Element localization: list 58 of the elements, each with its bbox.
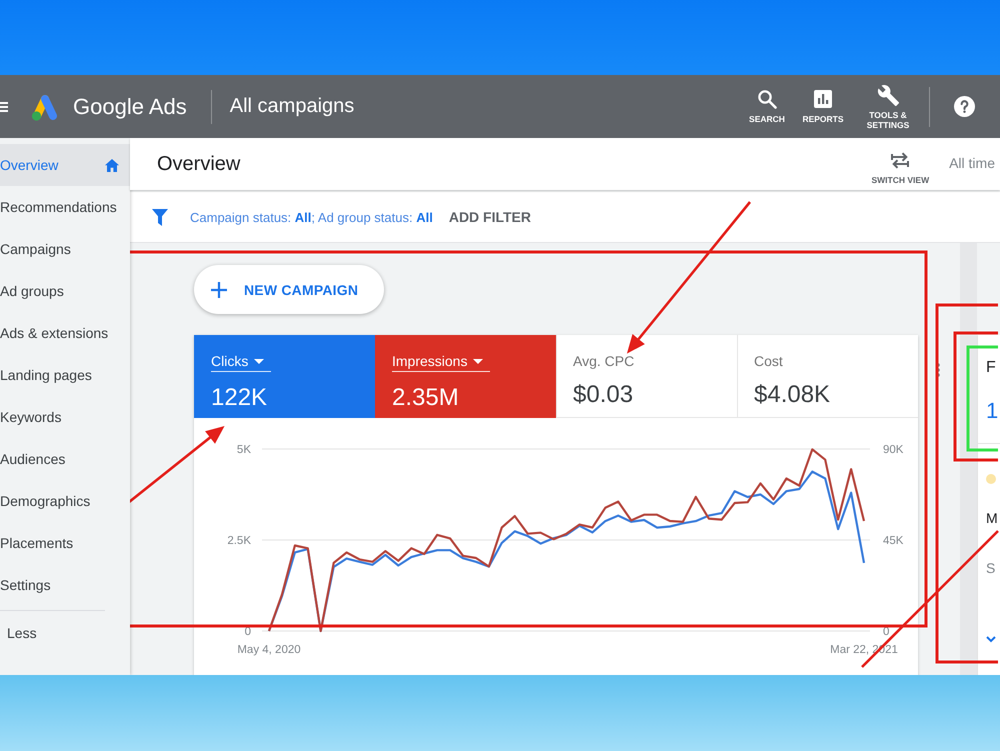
caret-icon [254, 358, 264, 364]
metric-label: Avg. CPC [573, 353, 634, 369]
reports-button[interactable]: REPORTS [798, 90, 848, 124]
wrench-icon [876, 84, 900, 106]
metric-tile[interactable]: Impressions 2.35M [375, 335, 556, 418]
help-icon[interactable] [954, 96, 975, 117]
card-value: 1 [986, 398, 998, 424]
add-filter-button[interactable]: ADD FILTER [448, 209, 532, 225]
y-axis-label: 2.5K [227, 535, 251, 547]
nav-item[interactable]: Recommendations [0, 186, 130, 228]
metric-label: Cost [754, 353, 783, 369]
switch-view-button[interactable]: SWITCH VIEW [871, 152, 930, 184]
metric-value: $4.08K [754, 381, 830, 409]
nav-item[interactable]: Ads & extensions [0, 312, 130, 354]
page-title: Overview [157, 152, 240, 176]
product-name: Google Ads [73, 94, 187, 120]
nav-item[interactable]: Campaigns [0, 228, 130, 270]
menu-icon[interactable] [0, 102, 8, 112]
home-icon [105, 158, 119, 172]
y-axis-label: 5K [236, 444, 251, 456]
date-range-button[interactable]: All time [949, 155, 995, 171]
bar-chart-icon [814, 90, 832, 108]
caret-icon [473, 358, 484, 364]
card-text: M [986, 509, 998, 527]
metric-tile[interactable]: Cost $4.08K [737, 335, 918, 418]
nav-item[interactable]: Overview [0, 144, 130, 186]
nav-item[interactable]: Settings [0, 564, 130, 606]
metric-tile[interactable]: Avg. CPC $0.03 [556, 335, 737, 418]
view-title: All campaigns [230, 95, 354, 118]
swap-icon [891, 152, 910, 168]
nav-item[interactable]: Placements [0, 522, 130, 564]
chevron-icon[interactable] [986, 636, 996, 643]
metric-value: 2.35M [392, 384, 459, 412]
metric-dropdown[interactable]: Clicks [211, 353, 272, 372]
metric-tile[interactable]: Clicks 122K [194, 335, 375, 418]
metric-value: $0.03 [573, 381, 634, 409]
tools-settings-button[interactable]: TOOLS & SETTINGS [860, 84, 916, 130]
filter-icon[interactable] [152, 208, 168, 226]
metric-value: 122K [211, 384, 268, 412]
nav-item[interactable]: Demographics [0, 480, 130, 522]
plus-icon [211, 282, 227, 298]
y-axis-label: 45K [883, 535, 904, 547]
search-icon [757, 89, 777, 109]
y-axis-label: 90K [883, 444, 904, 456]
metric-dropdown[interactable]: Impressions [392, 353, 490, 372]
search-button[interactable]: SEARCH [745, 89, 789, 124]
card-title: F [986, 358, 996, 378]
x-axis-label: May 4, 2020 [237, 644, 301, 656]
nav-item[interactable]: Landing pages [0, 354, 130, 396]
nav-item[interactable]: Ad groups [0, 270, 130, 312]
nav-item[interactable]: Audiences [0, 438, 130, 480]
kebab-menu-icon[interactable] [936, 363, 940, 377]
circle-icon [986, 474, 996, 484]
card-text: S [986, 559, 996, 577]
show-less-button[interactable]: Less [0, 611, 37, 655]
new-campaign-button[interactable]: NEW CAMPAIGN [194, 265, 384, 314]
filter-summary[interactable]: Campaign status: All; Ad group status: All [190, 210, 433, 224]
nav-item[interactable]: Keywords [0, 396, 130, 438]
